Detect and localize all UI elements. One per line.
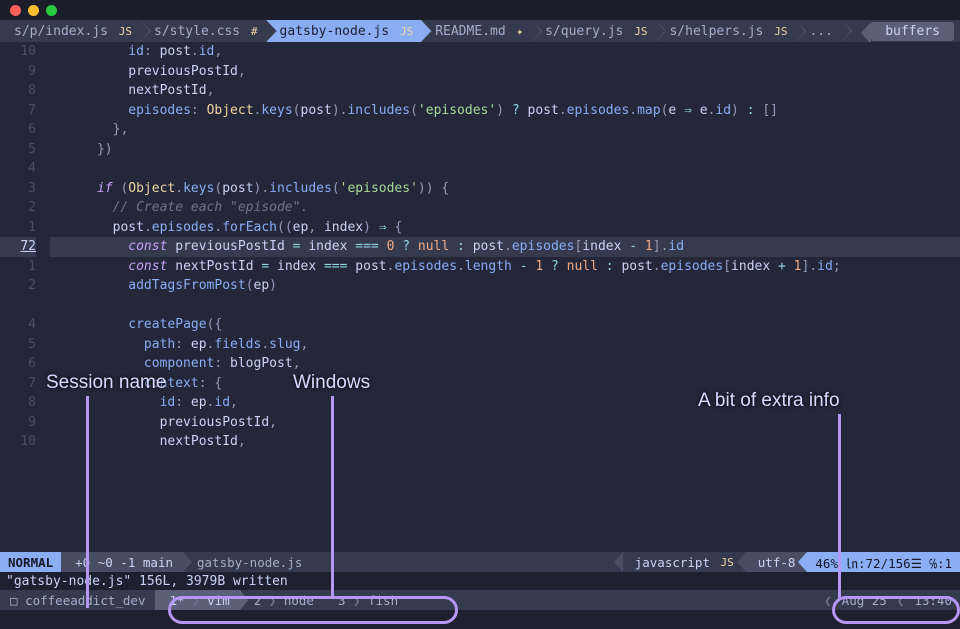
filetype-badge-icon: ✦ <box>516 25 523 38</box>
filetype-badge-icon: JS <box>634 25 647 38</box>
line-number: 6 <box>0 354 36 374</box>
code-line[interactable]: // Create each "episode". <box>50 198 960 218</box>
code-line[interactable]: previousPostId, <box>50 62 960 82</box>
filename-segment: gatsby-node.js <box>183 555 623 570</box>
code-content[interactable]: id: post.id, previousPostId, nextPostId,… <box>50 42 960 552</box>
macos-titlebar <box>0 0 960 20</box>
code-line[interactable]: component: blogPost, <box>50 354 960 374</box>
code-line[interactable]: id: post.id, <box>50 42 960 62</box>
code-line[interactable]: id: ep.id, <box>50 393 960 413</box>
filetype-badge-icon: # <box>251 25 258 38</box>
buffer-tab[interactable]: s/style.css # <box>140 20 266 42</box>
line-number: 1 <box>0 257 36 277</box>
tmux-statusbar: □ coffeeaddict_dev 1* ❯ vim2 ❯ node3 ❯ f… <box>0 590 960 610</box>
code-line[interactable]: if (Object.keys(post).includes('episodes… <box>50 179 960 199</box>
line-number: 3 <box>0 179 36 199</box>
code-line[interactable]: context: { <box>50 374 960 394</box>
chevron-left-icon: ❮ <box>824 593 832 608</box>
code-line[interactable] <box>50 159 960 179</box>
buffers-pill[interactable]: buffers <box>871 22 954 41</box>
tmux-window[interactable]: 1* ❯ vim <box>155 590 239 610</box>
buffer-tab[interactable]: s/helpers.js JS <box>655 20 795 42</box>
line-number: 8 <box>0 81 36 101</box>
js-badge-icon: JS <box>721 556 734 569</box>
buffer-tabbar: s/p/index.js JSs/style.css #gatsby-node.… <box>0 20 960 42</box>
line-number: 2 <box>0 276 36 296</box>
line-number: 4 <box>0 159 36 179</box>
code-line[interactable]: }) <box>50 140 960 160</box>
filetype-badge-icon: JS <box>400 25 413 38</box>
code-line[interactable]: previousPostId, <box>50 413 960 433</box>
command-message: "gatsby-node.js" 156L, 3979B written <box>0 572 960 590</box>
tmux-window[interactable]: 3 ❯ fish <box>324 590 408 610</box>
line-number: 9 <box>0 413 36 433</box>
line-number: 7 <box>0 374 36 394</box>
vim-statusline: NORMAL +0 ~0 -1 main gatsby-node.js java… <box>0 552 960 572</box>
line-number: 9 <box>0 62 36 82</box>
minimize-dot-icon[interactable] <box>28 5 39 16</box>
chevron-left-icon: ❮ <box>897 593 905 608</box>
time-label: 13:40 <box>914 593 952 608</box>
tmux-session[interactable]: □ coffeeaddict_dev <box>0 593 155 608</box>
code-line[interactable] <box>50 296 960 316</box>
line-number: 7 <box>0 101 36 121</box>
session-icon: □ <box>10 593 18 608</box>
line-number: 1 <box>0 218 36 238</box>
code-line[interactable]: const previousPostId = index === 0 ? nul… <box>50 237 960 257</box>
buffer-tab[interactable]: gatsby-node.js JS <box>266 20 422 42</box>
git-segment: +0 ~0 -1 main <box>61 552 183 572</box>
line-number: 10 <box>0 432 36 452</box>
editor-area[interactable]: 10987654321721245678910 id: post.id, pre… <box>0 42 960 552</box>
tmux-right: ❮ Aug 25 ❮ 13:40 <box>824 593 960 608</box>
filetype-badge-icon: JS <box>774 25 787 38</box>
filetype-badge-icon: JS <box>119 25 132 38</box>
line-number: 4 <box>0 315 36 335</box>
code-line[interactable]: post.episodes.forEach((ep, index) ⇒ { <box>50 218 960 238</box>
position-segment: 46% ㏑:72/156☰ ℅:1 <box>807 552 960 572</box>
date-label: Aug 25 <box>842 593 887 608</box>
line-number: 6 <box>0 120 36 140</box>
tmux-window[interactable]: 2 ❯ node <box>240 590 324 610</box>
mode-indicator: NORMAL <box>0 552 61 572</box>
buffer-tab[interactable]: s/p/index.js JS <box>0 20 140 42</box>
code-line[interactable]: const nextPostId = index === post.episod… <box>50 257 960 277</box>
zoom-dot-icon[interactable] <box>46 5 57 16</box>
line-number: 2 <box>0 198 36 218</box>
code-line[interactable]: createPage({ <box>50 315 960 335</box>
code-line[interactable]: nextPostId, <box>50 81 960 101</box>
filetype-segment: javascript JS <box>623 552 746 572</box>
line-number: 5 <box>0 335 36 355</box>
buffer-tab[interactable]: s/query.js JS <box>531 20 655 42</box>
close-dot-icon[interactable] <box>10 5 21 16</box>
code-line[interactable]: }, <box>50 120 960 140</box>
code-line[interactable]: path: ep.fields.slug, <box>50 335 960 355</box>
line-number <box>0 296 36 316</box>
line-number: 72 <box>0 237 36 257</box>
session-name-label: coffeeaddict_dev <box>25 593 145 608</box>
code-line[interactable]: nextPostId, <box>50 432 960 452</box>
code-line[interactable]: episodes: Object.keys(post).includes('ep… <box>50 101 960 121</box>
line-number: 8 <box>0 393 36 413</box>
line-number-gutter: 10987654321721245678910 <box>0 42 50 552</box>
buffer-tab[interactable]: README.md ✦ <box>421 20 531 42</box>
line-number: 10 <box>0 42 36 62</box>
line-number: 5 <box>0 140 36 160</box>
code-line[interactable]: addTagsFromPost(ep) <box>50 276 960 296</box>
